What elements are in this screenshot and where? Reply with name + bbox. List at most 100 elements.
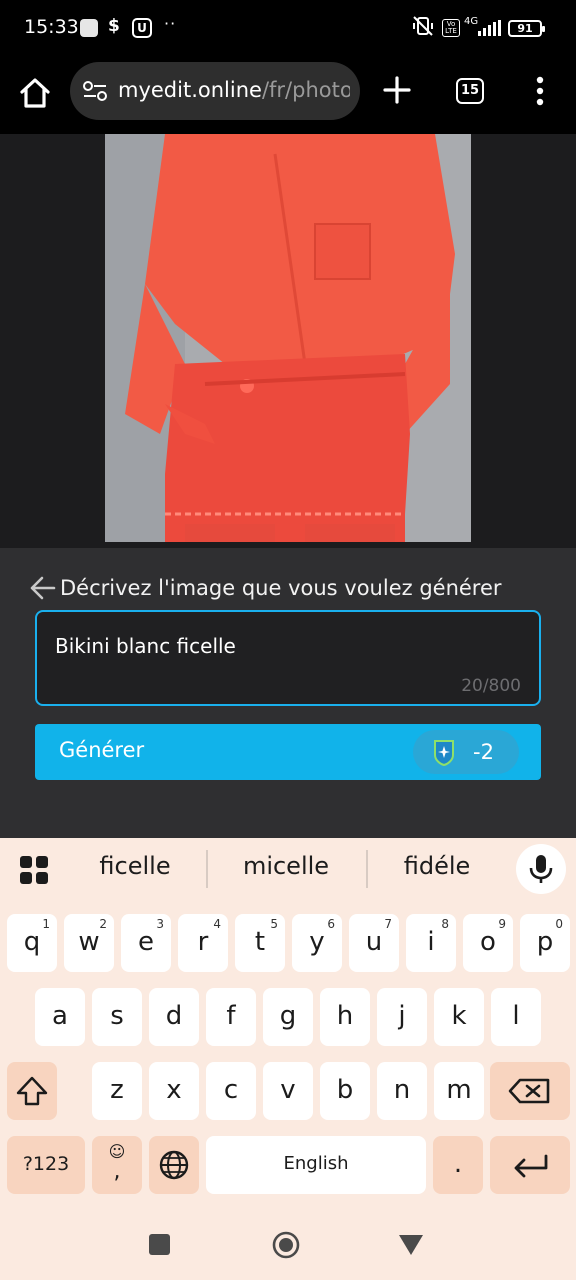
key-number-hint: 7 — [384, 917, 392, 931]
numbers-key[interactable]: ?123 — [7, 1136, 85, 1194]
key-number-hint: 1 — [42, 917, 50, 931]
key-number-hint: 6 — [327, 917, 335, 931]
prompt-header: Décrivez l'image que vous voulez générer — [28, 572, 502, 604]
more-menu-icon[interactable] — [528, 74, 552, 108]
key-letter: r — [197, 927, 209, 957]
battery-icon: 91 — [508, 20, 545, 37]
key-j[interactable]: j — [377, 988, 427, 1046]
notification-square-icon — [80, 19, 98, 37]
url-text[interactable]: myedit.online/fr/photo — [118, 78, 350, 106]
generate-label: Générer — [59, 738, 145, 762]
home-icon[interactable] — [16, 74, 54, 112]
key-letter: y — [309, 927, 325, 957]
key-letter: p — [536, 927, 554, 957]
key-v[interactable]: v — [263, 1062, 313, 1120]
tab-switcher-button[interactable]: 15 — [456, 78, 484, 104]
key-letter: q — [23, 927, 41, 957]
mask-overlay — [105, 134, 471, 542]
key-p[interactable]: p0 — [520, 914, 570, 972]
key-q[interactable]: q1 — [7, 914, 57, 972]
enter-icon — [514, 1154, 548, 1178]
key-a[interactable]: a — [35, 988, 85, 1046]
key-x[interactable]: x — [149, 1062, 199, 1120]
key-g[interactable]: g — [263, 988, 313, 1046]
dollar-app-icon: $ — [108, 16, 120, 36]
key-letter: t — [254, 927, 266, 957]
key-t[interactable]: t5 — [235, 914, 285, 972]
system-nav-bar — [0, 1208, 576, 1280]
enter-key[interactable] — [490, 1136, 570, 1194]
recents-icon[interactable] — [149, 1234, 170, 1255]
key-s[interactable]: s — [92, 988, 142, 1046]
key-y[interactable]: y6 — [292, 914, 342, 972]
key-letter: w — [78, 927, 100, 957]
key-h[interactable]: h — [320, 988, 370, 1046]
key-b[interactable]: b — [320, 1062, 370, 1120]
signal-icon — [478, 20, 501, 36]
page-content: Décrivez l'image que vous voulez générer… — [0, 134, 576, 838]
suggestion-3[interactable]: fidéle — [362, 852, 512, 880]
key-letter: u — [365, 927, 383, 957]
volte-icon: Vo LTE — [442, 19, 460, 37]
voice-input-button[interactable] — [516, 844, 566, 894]
new-tab-icon[interactable] — [382, 75, 412, 105]
language-key[interactable] — [149, 1136, 199, 1194]
emoji-comma-key[interactable]: ☺ , — [92, 1136, 142, 1194]
url-path: /fr/photo — [261, 78, 350, 102]
back-arrow-icon[interactable] — [28, 574, 56, 602]
prompt-textarea[interactable]: Bikini blanc ficelle 20/800 — [35, 610, 541, 706]
site-settings-icon[interactable] — [82, 79, 108, 103]
url-host: myedit.online — [118, 78, 262, 102]
backspace-key[interactable] — [490, 1062, 570, 1120]
backspace-icon — [508, 1078, 550, 1104]
key-k[interactable]: k — [434, 988, 484, 1046]
generate-button[interactable]: Générer -2 — [35, 724, 541, 780]
credit-cost-badge: -2 — [413, 730, 519, 774]
key-m[interactable]: m — [434, 1062, 484, 1120]
shift-icon — [16, 1076, 48, 1106]
key-number-hint: 5 — [270, 917, 278, 931]
vibrate-off-icon — [412, 15, 434, 42]
more-notifications-icon: ·· — [164, 14, 177, 33]
space-key[interactable]: English — [206, 1136, 426, 1194]
character-counter: 20/800 — [461, 676, 521, 696]
back-triangle-icon[interactable] — [398, 1234, 424, 1256]
address-bar[interactable]: myedit.online/fr/photo — [70, 62, 360, 120]
key-number-hint: 2 — [99, 917, 107, 931]
status-bar: 15:33 $ U ·· Vo LTE 4G 91 — [0, 0, 576, 60]
suggestion-strip: ficelle micelle fidéle — [0, 838, 576, 900]
comma-label: , — [113, 1159, 121, 1184]
key-i[interactable]: i8 — [406, 914, 456, 972]
period-key[interactable]: . — [433, 1136, 483, 1194]
key-letter: e — [138, 927, 154, 957]
suggestion-divider — [206, 850, 208, 888]
masked-photo[interactable] — [105, 134, 471, 542]
status-time: 15:33 — [24, 16, 79, 38]
key-c[interactable]: c — [206, 1062, 256, 1120]
prompt-text: Bikini blanc ficelle — [55, 634, 236, 658]
home-circle-icon[interactable] — [271, 1230, 301, 1260]
prompt-panel: Décrivez l'image que vous voulez générer… — [0, 548, 576, 838]
key-d[interactable]: d — [149, 988, 199, 1046]
microphone-icon — [529, 855, 553, 883]
shift-key[interactable] — [7, 1062, 57, 1120]
key-u[interactable]: u7 — [349, 914, 399, 972]
soft-keyboard: ficelle micelle fidéle q1w2e3r4t5y6u7i8o… — [0, 838, 576, 1208]
key-f[interactable]: f — [206, 988, 256, 1046]
key-number-hint: 0 — [555, 917, 563, 931]
key-n[interactable]: n — [377, 1062, 427, 1120]
key-w[interactable]: w2 — [64, 914, 114, 972]
key-number-hint: 4 — [213, 917, 221, 931]
credit-cost: -2 — [473, 740, 494, 764]
key-z[interactable]: z — [92, 1062, 142, 1120]
suggestion-1[interactable]: ficelle — [60, 852, 210, 880]
key-o[interactable]: o9 — [463, 914, 513, 972]
key-number-hint: 8 — [441, 917, 449, 931]
u-app-icon: U — [132, 18, 152, 38]
key-r[interactable]: r4 — [178, 914, 228, 972]
key-l[interactable]: l — [491, 988, 541, 1046]
suggestion-2[interactable]: micelle — [211, 852, 361, 880]
prompt-title: Décrivez l'image que vous voulez générer — [60, 576, 502, 600]
key-e[interactable]: e3 — [121, 914, 171, 972]
keyboard-apps-icon[interactable] — [20, 856, 48, 884]
